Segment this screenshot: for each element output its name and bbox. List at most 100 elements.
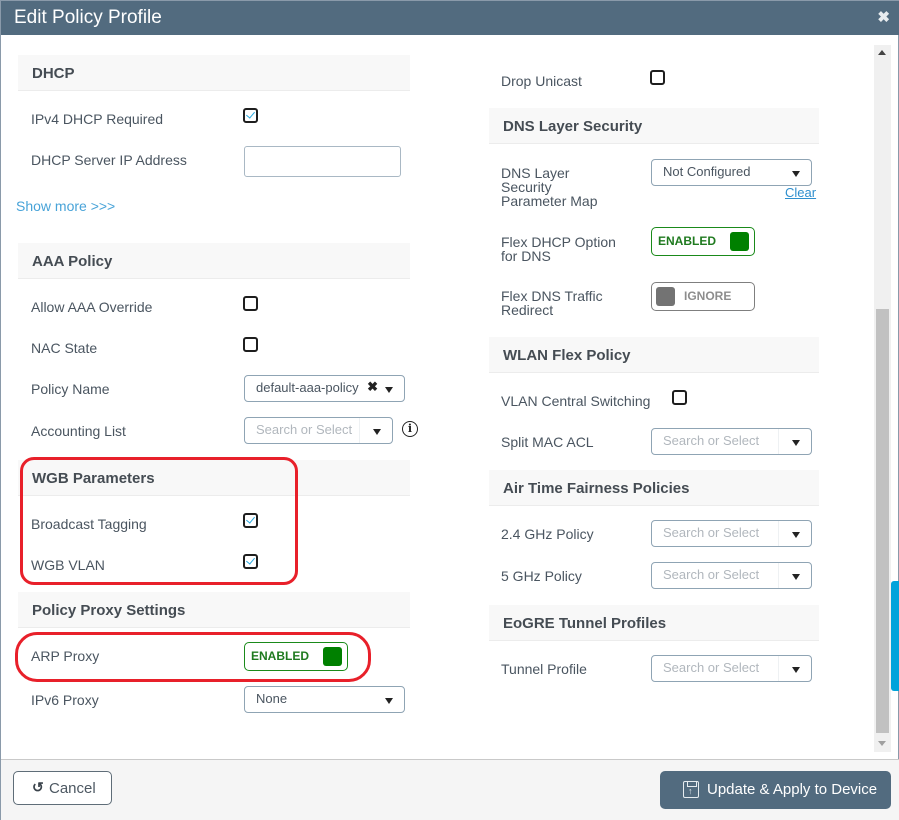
toggle-knob	[656, 287, 675, 306]
flex-dhcp-option-toggle[interactable]: ENABLED	[651, 227, 755, 256]
split-mac-acl-select[interactable]: Search or Select	[651, 428, 812, 455]
label-line: for DNS	[501, 248, 551, 264]
chevron-down-icon	[792, 667, 800, 673]
tunnel-profile-label: Tunnel Profile	[501, 661, 587, 677]
label-line: Security	[501, 179, 552, 195]
flex-dhcp-option-state: ENABLED	[658, 234, 717, 248]
chevron-down-icon	[792, 574, 800, 580]
dns-parameter-map-label: DNS Layer Security Parameter Map	[501, 166, 597, 208]
section-aaa-policy: AAA Policy	[18, 243, 410, 279]
close-icon[interactable]: ✖	[877, 8, 890, 26]
select-divider	[359, 418, 360, 443]
label-line: DNS Layer	[501, 165, 570, 181]
accounting-list-placeholder: Search or Select	[256, 422, 353, 437]
select-divider	[778, 521, 779, 546]
toggle-knob	[730, 232, 749, 251]
ghz5-policy-placeholder: Search or Select	[663, 567, 760, 582]
ipv6-proxy-value: None	[256, 691, 288, 706]
ghz24-policy-select[interactable]: Search or Select	[651, 520, 812, 547]
section-policy-proxy-settings: Policy Proxy Settings	[18, 592, 410, 628]
vlan-central-switching-label: VLAN Central Switching	[501, 393, 651, 409]
wgb-vlan-label: WGB VLAN	[31, 557, 105, 573]
show-more-link[interactable]: Show more >>>	[16, 198, 115, 214]
ipv4-dhcp-required-checkbox[interactable]	[243, 108, 258, 123]
allow-aaa-override-label: Allow AAA Override	[31, 299, 153, 315]
cancel-button[interactable]: ↺ Cancel	[13, 771, 112, 805]
ghz5-policy-select[interactable]: Search or Select	[651, 562, 812, 589]
flex-dhcp-option-label: Flex DHCP Option for DNS	[501, 235, 616, 263]
label-line: Flex DHCP Option	[501, 234, 616, 250]
nac-state-checkbox[interactable]	[243, 337, 258, 352]
chevron-down-icon	[792, 440, 800, 446]
dialog-header: Edit Policy Profile ✖	[1, 1, 899, 35]
toggle-knob	[323, 647, 342, 666]
scroll-down-arrow-icon[interactable]	[878, 741, 886, 746]
arp-proxy-label: ARP Proxy	[31, 648, 100, 664]
drop-unicast-label: Drop Unicast	[501, 73, 582, 89]
section-dhcp: DHCP	[18, 55, 410, 91]
select-divider	[778, 429, 779, 454]
scroll-up-arrow-icon[interactable]	[878, 50, 886, 55]
split-mac-acl-placeholder: Search or Select	[663, 433, 760, 448]
tunnel-profile-select[interactable]: Search or Select	[651, 655, 812, 682]
drop-unicast-checkbox[interactable]	[650, 70, 665, 85]
cancel-button-label: Cancel	[49, 780, 96, 797]
chevron-down-icon	[792, 171, 800, 177]
label-line: Flex DNS Traffic	[501, 288, 603, 304]
save-icon	[683, 781, 699, 798]
dhcp-server-ip-input[interactable]	[244, 146, 401, 177]
clear-selection-icon[interactable]: ✖	[367, 379, 378, 395]
flex-dns-redirect-label: Flex DNS Traffic Redirect	[501, 289, 603, 317]
dns-parameter-map-value: Not Configured	[663, 164, 751, 179]
label-line: Redirect	[501, 302, 554, 318]
info-icon[interactable]: i	[402, 421, 418, 437]
update-apply-button[interactable]: Update & Apply to Device	[660, 771, 891, 809]
allow-aaa-override-checkbox[interactable]	[243, 296, 258, 311]
broadcast-tagging-checkbox[interactable]	[243, 513, 258, 528]
undo-icon: ↺	[32, 779, 44, 795]
dialog-body: DHCP IPv4 DHCP Required DHCP Server IP A…	[1, 35, 899, 759]
dns-parameter-map-select[interactable]: Not Configured	[651, 159, 812, 186]
edit-policy-profile-dialog: Edit Policy Profile ✖ DHCP IPv4 DHCP Req…	[0, 0, 899, 820]
section-wgb-parameters: WGB Parameters	[18, 460, 410, 496]
chevron-down-icon	[385, 387, 393, 393]
arp-proxy-toggle[interactable]: ENABLED	[244, 642, 348, 671]
split-mac-acl-label: Split MAC ACL	[501, 434, 594, 450]
section-wlan-flex-policy: WLAN Flex Policy	[489, 337, 819, 373]
flex-dns-redirect-state: IGNORE	[684, 289, 732, 303]
broadcast-tagging-label: Broadcast Tagging	[31, 516, 147, 532]
chevron-down-icon	[792, 532, 800, 538]
update-apply-button-label: Update & Apply to Device	[707, 781, 878, 798]
select-divider	[778, 563, 779, 588]
tunnel-profile-placeholder: Search or Select	[663, 660, 760, 675]
arp-proxy-state: ENABLED	[251, 649, 310, 663]
ghz5-policy-label: 5 GHz Policy	[501, 568, 582, 584]
dialog-footer: ↺ Cancel Update & Apply to Device	[1, 759, 899, 820]
ipv6-proxy-select[interactable]: None	[244, 686, 405, 713]
clear-link[interactable]: Clear	[785, 185, 816, 200]
policy-name-select[interactable]: default-aaa-policy ✖	[244, 375, 405, 402]
accounting-list-select[interactable]: Search or Select	[244, 417, 393, 444]
scrollbar-thumb[interactable]	[876, 309, 889, 733]
section-air-time-fairness: Air Time Fairness Policies	[489, 470, 819, 506]
flex-dns-redirect-toggle[interactable]: IGNORE	[651, 282, 755, 311]
dhcp-server-ip-label: DHCP Server IP Address	[31, 152, 187, 168]
ghz24-policy-label: 2.4 GHz Policy	[501, 526, 594, 542]
vlan-central-switching-checkbox[interactable]	[672, 390, 687, 405]
chevron-down-icon	[373, 429, 381, 435]
wgb-vlan-checkbox[interactable]	[243, 554, 258, 569]
ipv4-dhcp-required-label: IPv4 DHCP Required	[31, 111, 164, 127]
section-dns-layer-security: DNS Layer Security	[489, 108, 819, 144]
policy-name-label: Policy Name	[31, 381, 110, 397]
ghz24-policy-placeholder: Search or Select	[663, 525, 760, 540]
dialog-title: Edit Policy Profile	[14, 7, 162, 28]
select-divider	[778, 656, 779, 681]
policy-name-value: default-aaa-policy	[256, 380, 359, 395]
accounting-list-label: Accounting List	[31, 423, 126, 439]
ipv6-proxy-label: IPv6 Proxy	[31, 692, 99, 708]
side-panel-tab[interactable]	[891, 581, 899, 691]
scrollbar[interactable]	[874, 45, 891, 752]
nac-state-label: NAC State	[31, 340, 98, 356]
chevron-down-icon	[385, 698, 393, 704]
section-eogre-tunnel-profiles: EoGRE Tunnel Profiles	[489, 605, 819, 641]
